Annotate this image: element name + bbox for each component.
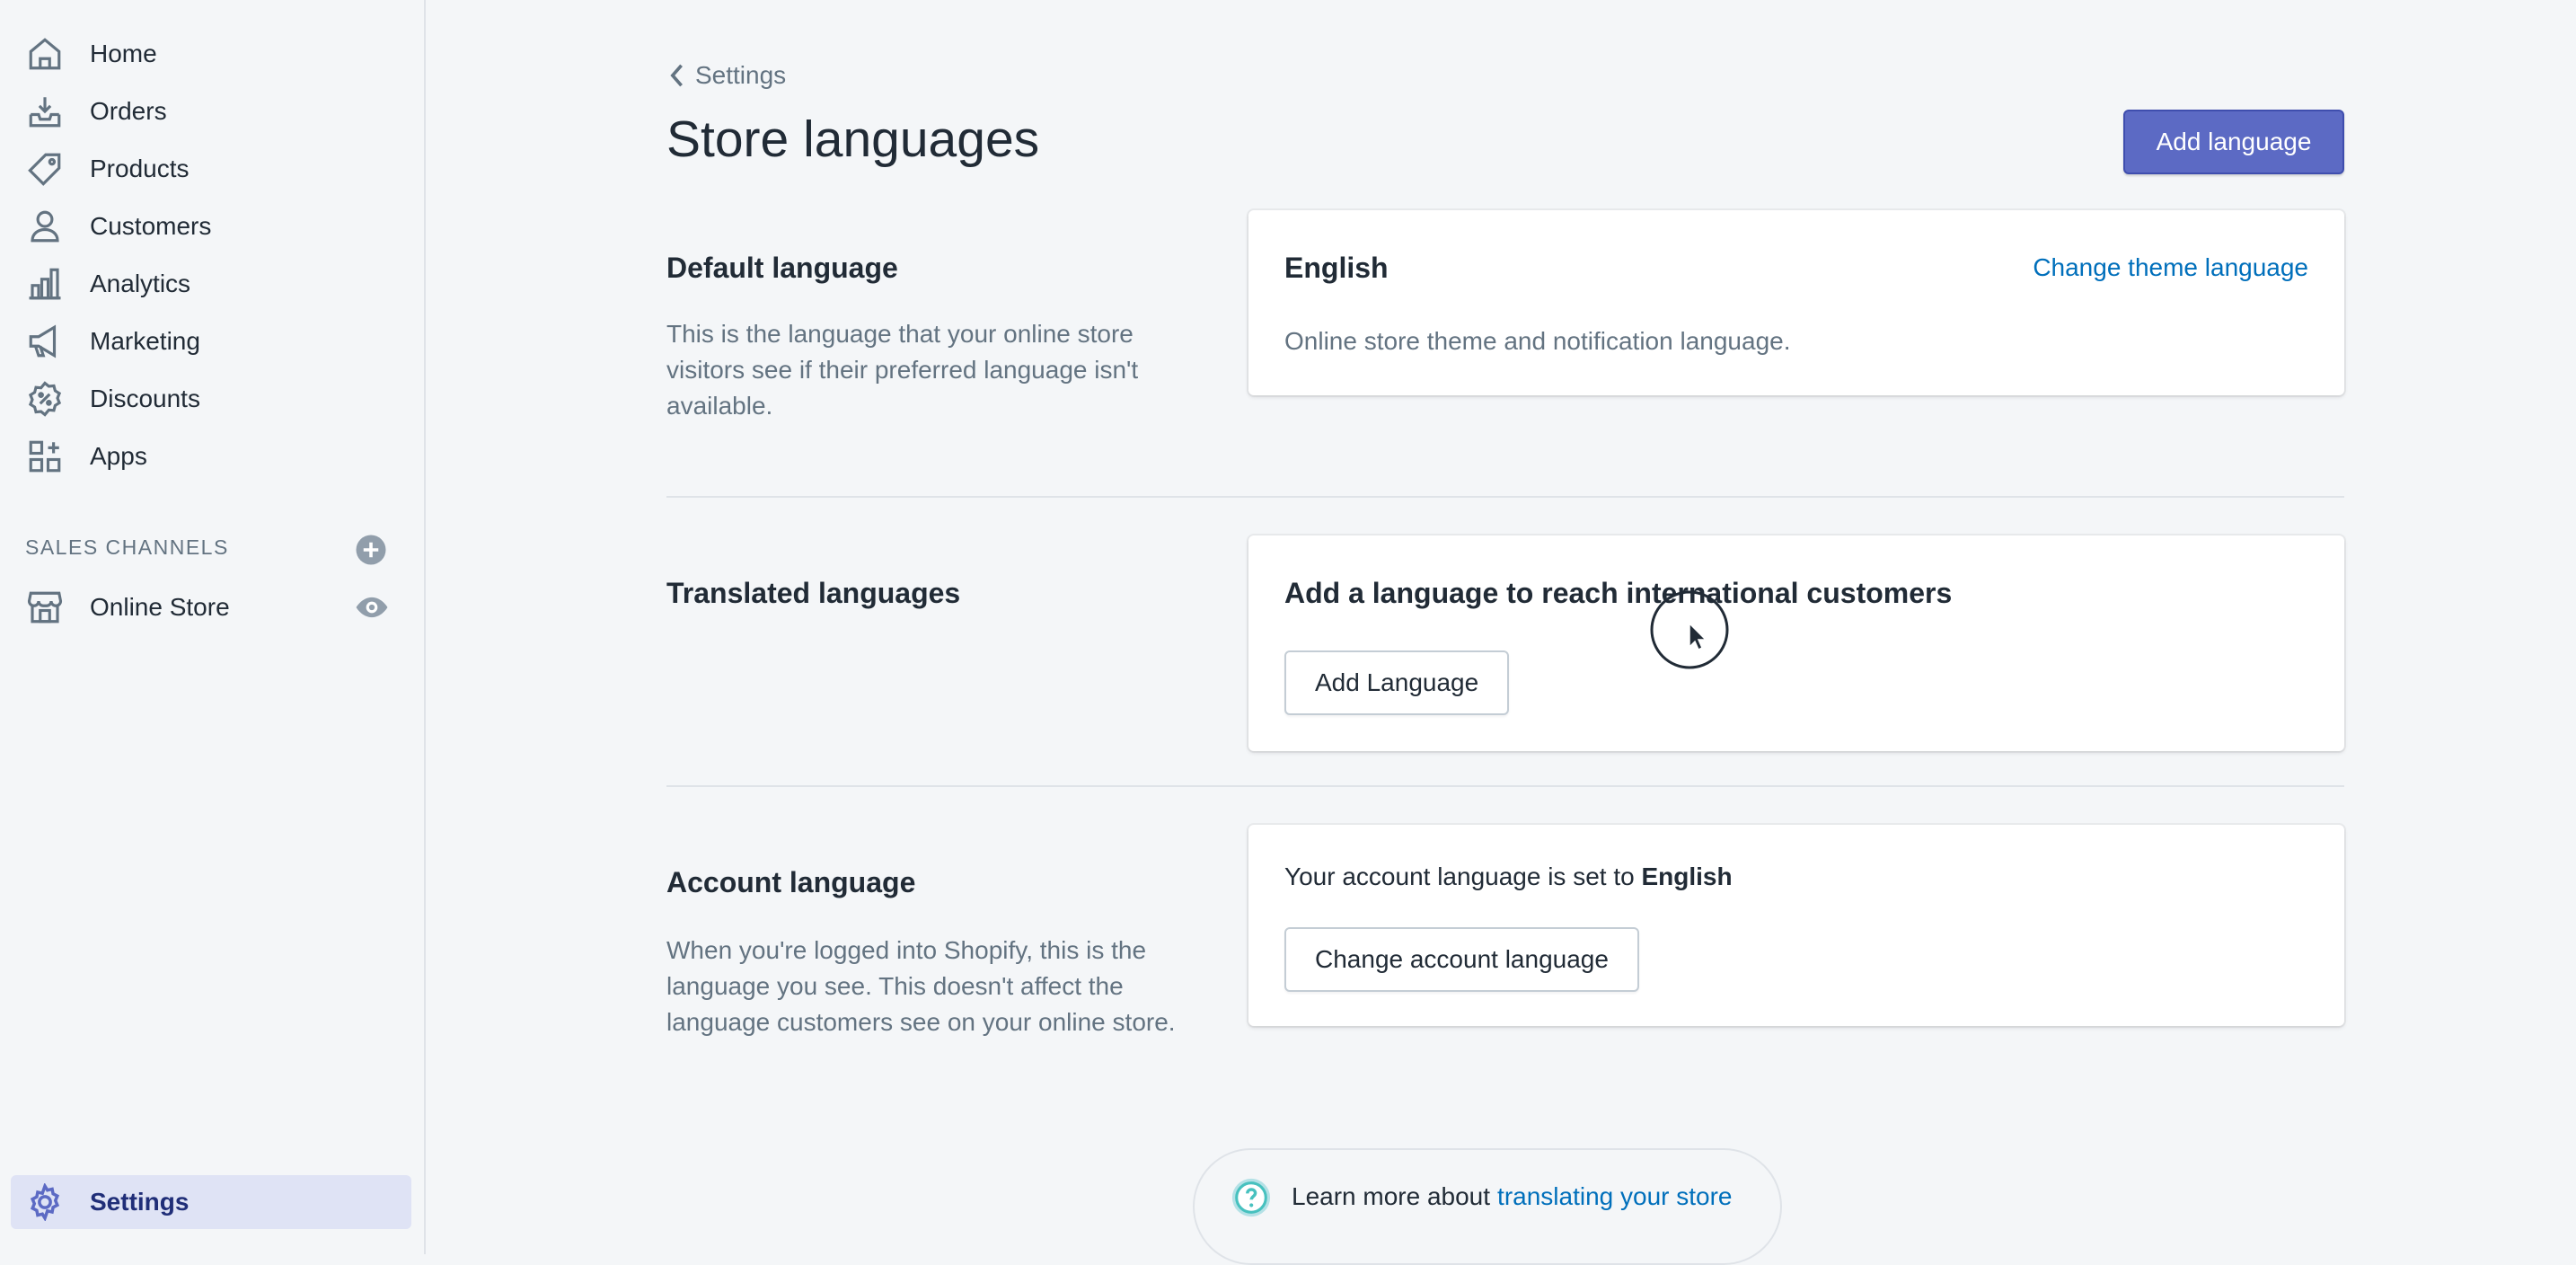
account-language-prefix: Your account language is set to (1284, 862, 1635, 890)
apps-grid-icon (25, 437, 65, 476)
page-title: Store languages (666, 111, 1040, 168)
sidebar-item-marketing[interactable]: Marketing (11, 314, 411, 368)
chevron-left-icon (670, 64, 683, 87)
sidebar-item-orders[interactable]: Orders (11, 84, 411, 138)
sidebar-item-discounts[interactable]: Discounts (11, 372, 411, 426)
default-language-card-text: Online store theme and notification lang… (1284, 327, 1791, 355)
account-language-title: Account language (666, 866, 916, 898)
main-content: Settings Store languages Add language De… (426, 0, 2576, 1265)
section-divider (666, 785, 2344, 787)
account-language-description: When you're logged into Shopify, this is… (666, 936, 1176, 1036)
default-language-card: English Change theme language Online sto… (1248, 210, 2344, 395)
help-question-icon (1231, 1178, 1271, 1217)
help-footer: Learn more about translating your store (1193, 1148, 1782, 1265)
sidebar-item-label: Home (90, 40, 157, 67)
sidebar-item-label: Discounts (90, 385, 200, 412)
sidebar-item-label: Analytics (90, 270, 191, 297)
discount-badge-icon (25, 379, 65, 419)
sidebar-item-analytics[interactable]: Analytics (11, 257, 411, 311)
sidebar-item-label: Settings (90, 1188, 190, 1216)
store-icon (25, 588, 65, 627)
megaphone-icon (25, 322, 65, 361)
account-language-status: Your account language is set to English (1284, 862, 1733, 891)
breadcrumb[interactable]: Settings (666, 61, 786, 90)
mouse-cursor-icon (1650, 590, 1729, 669)
sidebar: Home Orders Products Customers Analytics… (0, 0, 426, 1254)
sidebar-item-customers[interactable]: Customers (11, 199, 411, 253)
help-text: Learn more about (1292, 1182, 1491, 1210)
add-language-secondary-button[interactable]: Add Language (1284, 650, 1510, 715)
account-language-value: English (1641, 862, 1733, 890)
section-divider (666, 496, 2344, 498)
sidebar-item-products[interactable]: Products (11, 142, 411, 196)
view-store-eye-icon[interactable] (355, 592, 389, 623)
change-theme-language-link[interactable]: Change theme language (2033, 253, 2308, 282)
orders-icon (25, 92, 65, 131)
gear-icon (25, 1182, 65, 1222)
sidebar-item-settings[interactable]: Settings (11, 1175, 411, 1229)
translated-languages-card-heading: Add a language to reach international cu… (1284, 577, 1953, 609)
account-language-card: Your account language is set to English … (1248, 825, 2344, 1026)
sidebar-item-label: Customers (90, 212, 212, 240)
tag-icon (25, 149, 65, 189)
sales-channels-heading: SALES CHANNELS (25, 535, 229, 559)
sidebar-item-home[interactable]: Home (11, 27, 411, 81)
breadcrumb-label: Settings (695, 61, 787, 89)
default-language-title: Default language (666, 252, 898, 284)
sidebar-item-label: Products (90, 155, 190, 182)
translated-languages-card: Add a language to reach international cu… (1248, 535, 2344, 751)
sidebar-item-label: Marketing (90, 327, 200, 355)
change-account-language-button[interactable]: Change account language (1284, 927, 1639, 992)
add-sales-channel-icon[interactable] (355, 534, 387, 566)
sidebar-item-label: Orders (90, 97, 167, 125)
translating-store-link[interactable]: translating your store (1497, 1182, 1732, 1211)
translated-languages-title: Translated languages (666, 577, 961, 609)
home-icon (25, 34, 65, 74)
default-language-value: English (1284, 252, 1389, 284)
sidebar-item-online-store[interactable]: Online Store (11, 580, 411, 634)
default-language-description: This is the language that your online st… (666, 320, 1139, 420)
add-language-button[interactable]: Add language (2123, 110, 2344, 174)
sidebar-item-apps[interactable]: Apps (11, 429, 411, 483)
bar-chart-icon (25, 264, 65, 304)
sidebar-item-label: Online Store (90, 593, 230, 621)
sidebar-item-label: Apps (90, 442, 147, 470)
person-icon (25, 207, 65, 246)
